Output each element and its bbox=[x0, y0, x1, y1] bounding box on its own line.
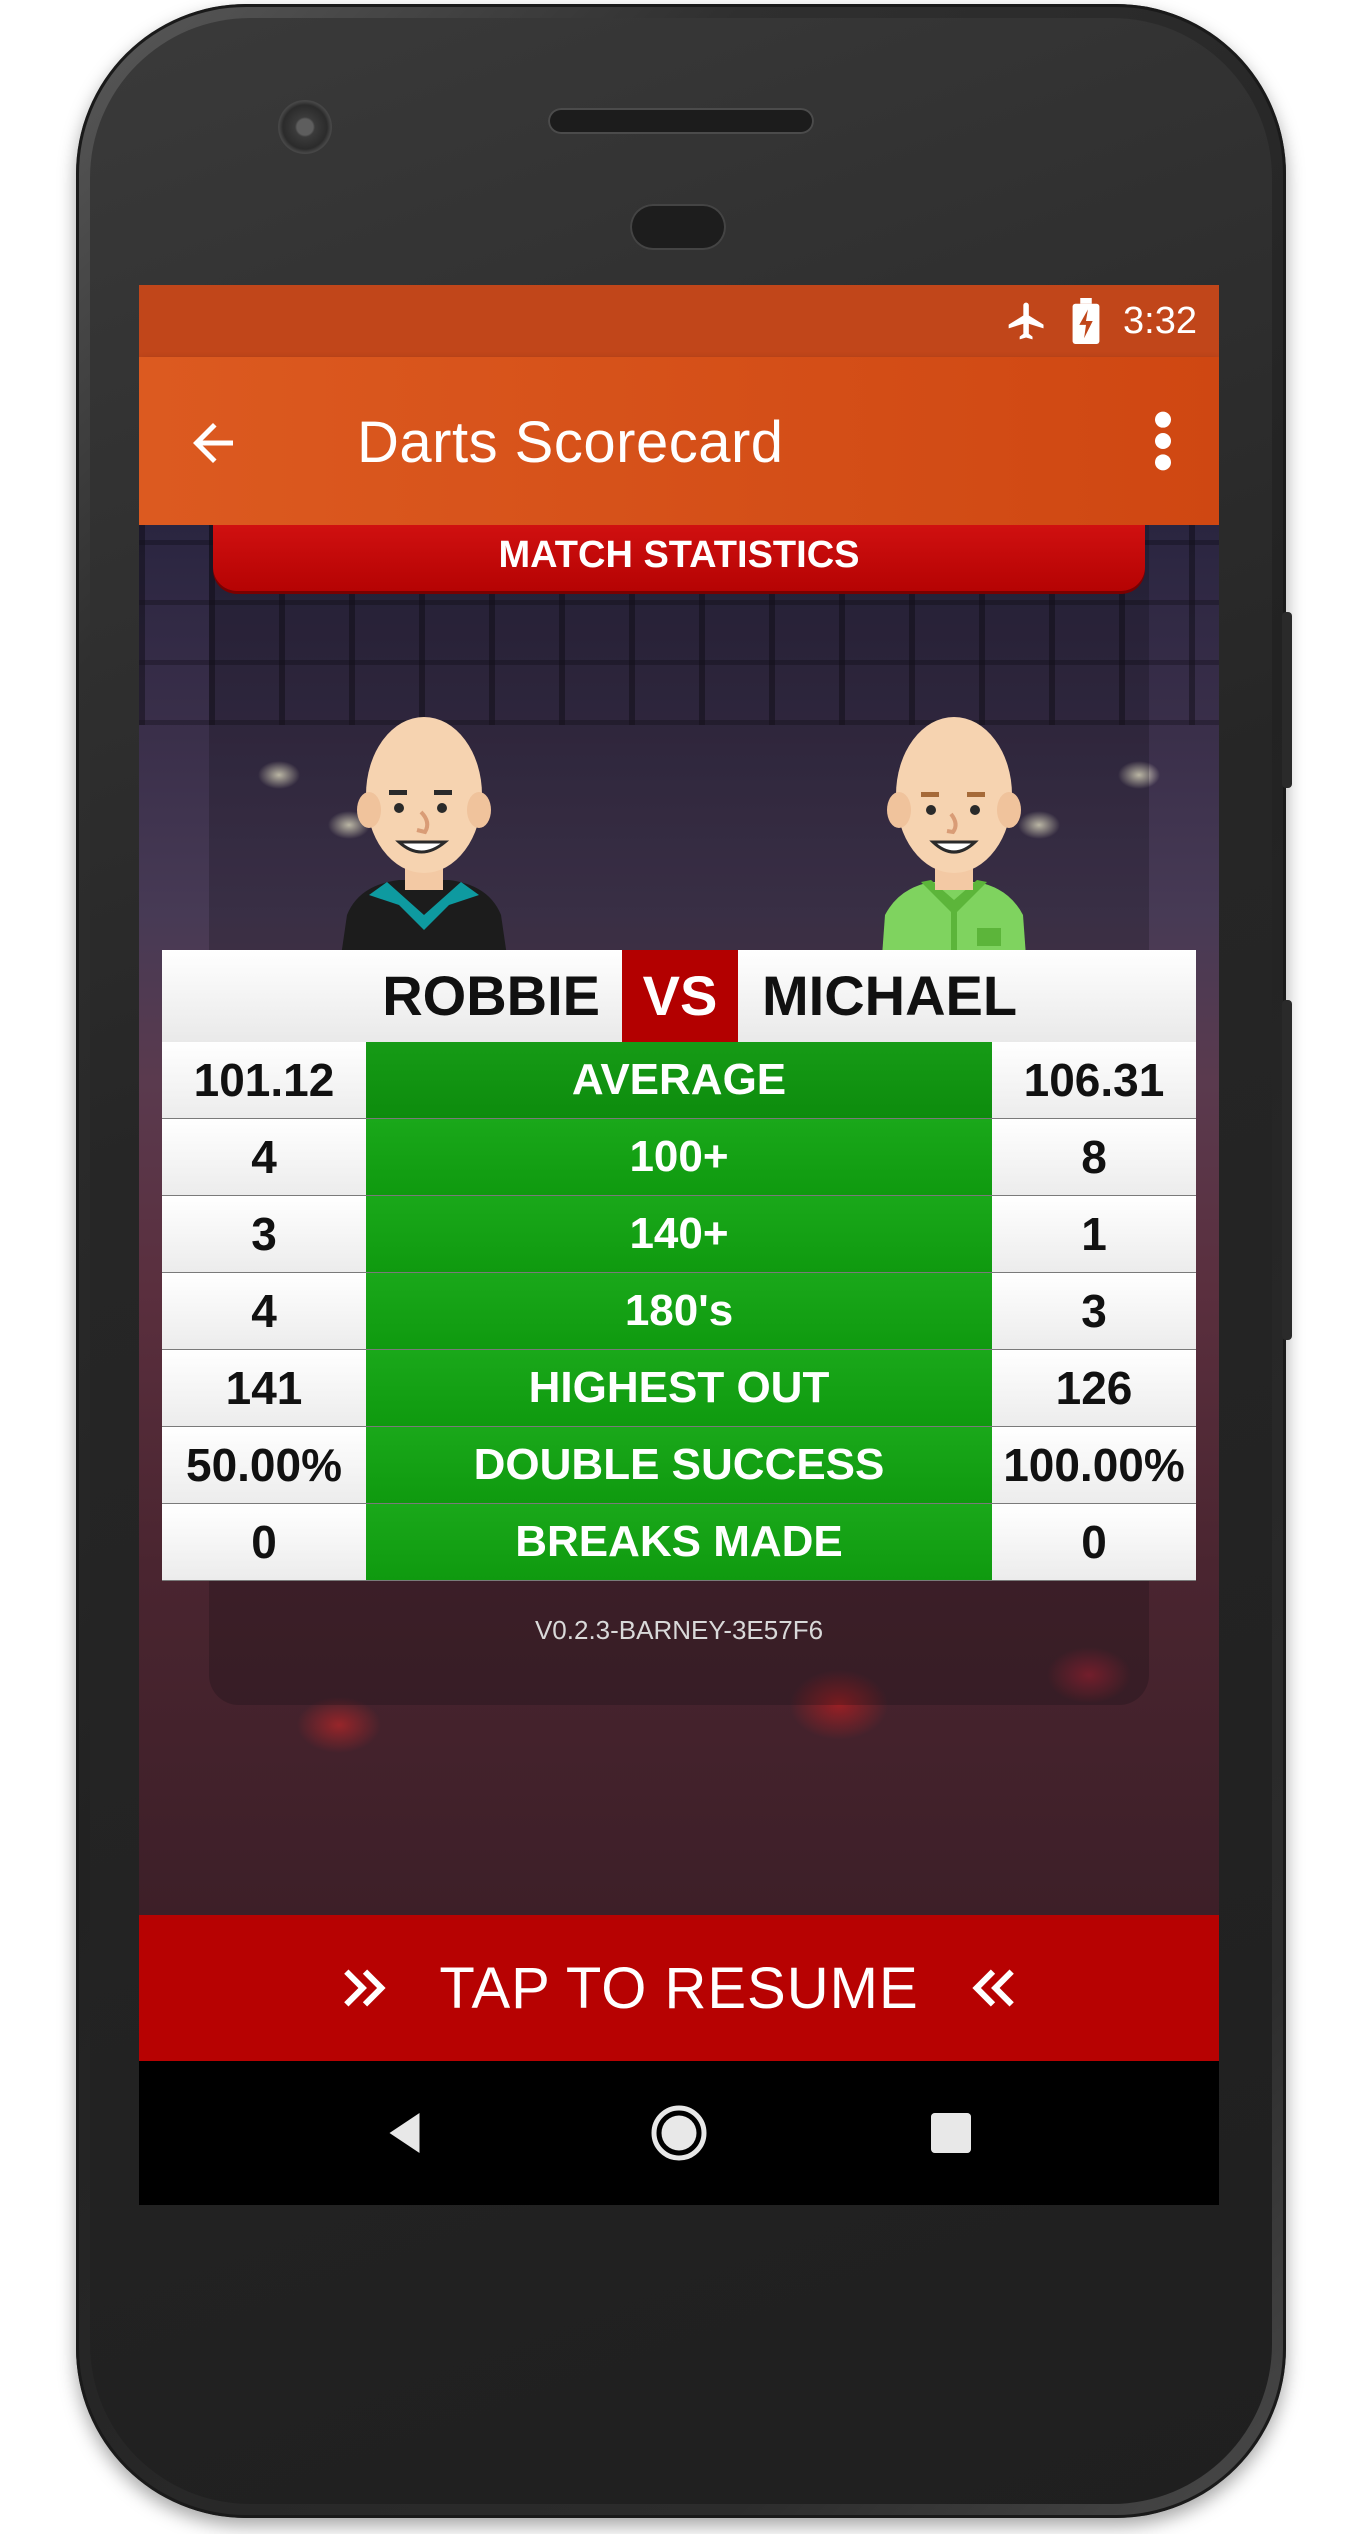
chevrons-right-icon bbox=[344, 1969, 386, 2007]
stat-label: DOUBLE SUCCESS bbox=[366, 1427, 992, 1503]
screen: 3:32 Darts Scorecard MATCH STATISTICS RO… bbox=[139, 285, 1219, 2205]
battery-charging-icon bbox=[1072, 298, 1100, 344]
stat-left-value: 4 bbox=[162, 1119, 366, 1195]
stat-left-value: 141 bbox=[162, 1350, 366, 1426]
vs-badge: VS bbox=[622, 950, 738, 1042]
match-stats-screen[interactable]: MATCH STATISTICS ROBBIE VS MICHAEL 101.1… bbox=[139, 525, 1219, 1915]
stat-label: 100+ bbox=[366, 1119, 992, 1195]
stat-left-value: 3 bbox=[162, 1196, 366, 1272]
stat-row-100-plus: 4 100+ 8 bbox=[162, 1119, 1196, 1196]
player-left-avatar bbox=[339, 717, 509, 970]
stat-left-value: 50.00% bbox=[162, 1427, 366, 1503]
volume-button bbox=[1282, 1000, 1292, 1340]
stat-right-value: 8 bbox=[992, 1119, 1196, 1195]
arrow-left-icon[interactable] bbox=[183, 413, 243, 473]
player-right-name: MICHAEL bbox=[762, 964, 1018, 1027]
recents-square-icon[interactable] bbox=[921, 2103, 981, 2163]
home-circle-icon[interactable] bbox=[649, 2103, 709, 2163]
status-time: 3:32 bbox=[1123, 299, 1197, 342]
status-bar: 3:32 bbox=[139, 285, 1219, 357]
stat-label: 180's bbox=[366, 1273, 992, 1349]
stat-label: BREAKS MADE bbox=[366, 1504, 992, 1580]
stat-label: 140+ bbox=[366, 1196, 992, 1272]
status-icons: 3:32 bbox=[1005, 295, 1197, 347]
tap-to-resume-button[interactable]: TAP TO RESUME bbox=[139, 1915, 1219, 2061]
players-row: ROBBIE VS MICHAEL bbox=[162, 950, 1196, 1042]
tap-to-resume-label: TAP TO RESUME bbox=[439, 1955, 919, 2021]
back-triangle-icon[interactable] bbox=[377, 2103, 437, 2163]
player-left-name: ROBBIE bbox=[382, 964, 600, 1027]
stat-right-value: 106.31 bbox=[992, 1042, 1196, 1118]
stat-row-180s: 4 180's 3 bbox=[162, 1273, 1196, 1350]
stat-left-value: 0 bbox=[162, 1504, 366, 1580]
stat-row-average: 101.12 AVERAGE 106.31 bbox=[162, 1042, 1196, 1119]
more-vert-icon[interactable] bbox=[1151, 409, 1175, 473]
navigation-bar bbox=[139, 2061, 1219, 2205]
stat-right-value: 126 bbox=[992, 1350, 1196, 1426]
chevrons-left-icon bbox=[972, 1969, 1014, 2007]
stat-right-value: 100.00% bbox=[992, 1427, 1196, 1503]
match-statistics-header: MATCH STATISTICS bbox=[213, 525, 1145, 591]
stat-label: AVERAGE bbox=[366, 1042, 992, 1118]
stat-label: HIGHEST OUT bbox=[366, 1350, 992, 1426]
stat-right-value: 3 bbox=[992, 1273, 1196, 1349]
app-bar: Darts Scorecard bbox=[139, 357, 1219, 525]
stat-left-value: 101.12 bbox=[162, 1042, 366, 1118]
stat-row-highest-out: 141 HIGHEST OUT 126 bbox=[162, 1350, 1196, 1427]
stat-left-value: 4 bbox=[162, 1273, 366, 1349]
airplane-mode-icon bbox=[1008, 302, 1044, 340]
stat-row-breaks-made: 0 BREAKS MADE 0 bbox=[162, 1504, 1196, 1581]
speaker-grille bbox=[548, 108, 814, 134]
version-label: V0.2.3-BARNEY-3E57F6 bbox=[534, 1615, 824, 1645]
stat-right-value: 0 bbox=[992, 1504, 1196, 1580]
stat-row-double-success: 50.00% DOUBLE SUCCESS 100.00% bbox=[162, 1427, 1196, 1504]
stat-row-140-plus: 3 140+ 1 bbox=[162, 1196, 1196, 1273]
stat-right-value: 1 bbox=[992, 1196, 1196, 1272]
front-camera bbox=[278, 100, 332, 154]
stats-table: 101.12 AVERAGE 106.31 4 100+ 8 3 140+ 1 … bbox=[162, 1042, 1196, 1581]
earpiece bbox=[630, 204, 726, 250]
app-title: Darts Scorecard bbox=[357, 410, 784, 475]
player-right-avatar bbox=[881, 717, 1027, 970]
power-button bbox=[1282, 612, 1292, 788]
